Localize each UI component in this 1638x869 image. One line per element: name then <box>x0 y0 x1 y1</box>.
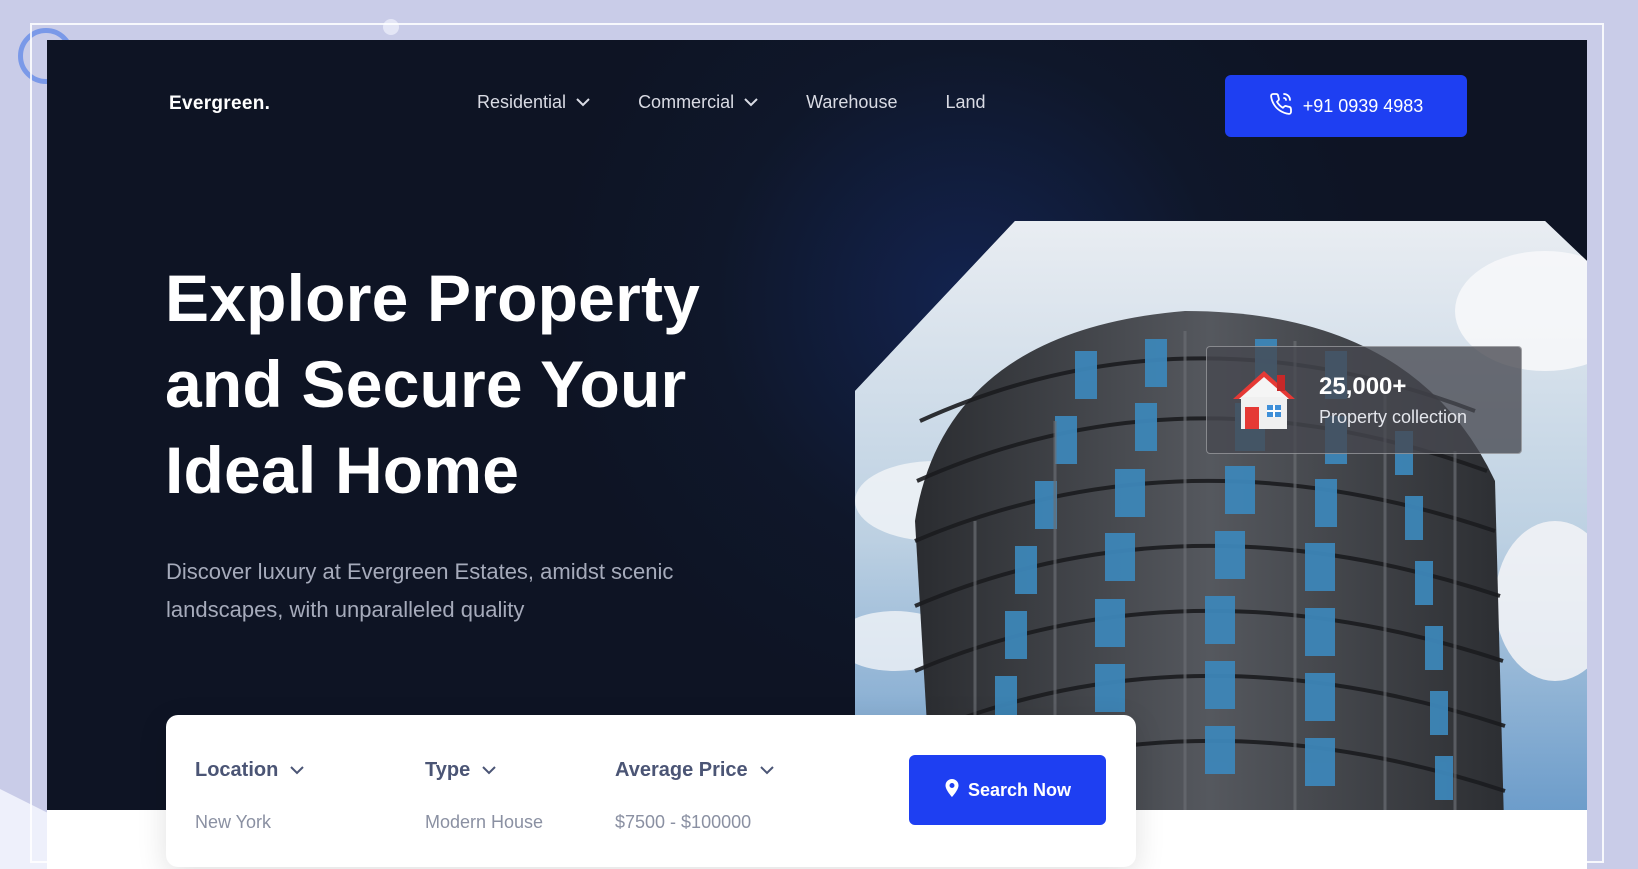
field-label: Location <box>195 759 279 781</box>
chevron-down-icon <box>482 766 496 775</box>
location-dropdown[interactable]: Location <box>195 759 305 782</box>
location-field[interactable]: Location New York <box>195 759 305 833</box>
price-dropdown[interactable]: Average Price <box>615 759 774 782</box>
type-field[interactable]: Type Modern House <box>425 759 543 833</box>
search-button-label: Search Now <box>967 779 1072 800</box>
field-value: $7500 - $100000 <box>615 812 752 832</box>
chevron-down-icon <box>759 766 774 775</box>
location-pin-icon <box>944 778 960 802</box>
field-label: Type <box>425 759 471 781</box>
search-now-button[interactable]: Search Now <box>909 755 1106 825</box>
field-value: Modern House <box>425 812 544 832</box>
search-card: Location New York Type Modern House Aver… <box>166 715 1136 867</box>
field-value: New York <box>195 812 272 832</box>
field-label: Average Price <box>615 759 748 781</box>
type-dropdown[interactable]: Type <box>425 759 543 782</box>
price-field[interactable]: Average Price $7500 - $100000 <box>615 759 774 833</box>
chevron-down-icon <box>290 766 305 775</box>
